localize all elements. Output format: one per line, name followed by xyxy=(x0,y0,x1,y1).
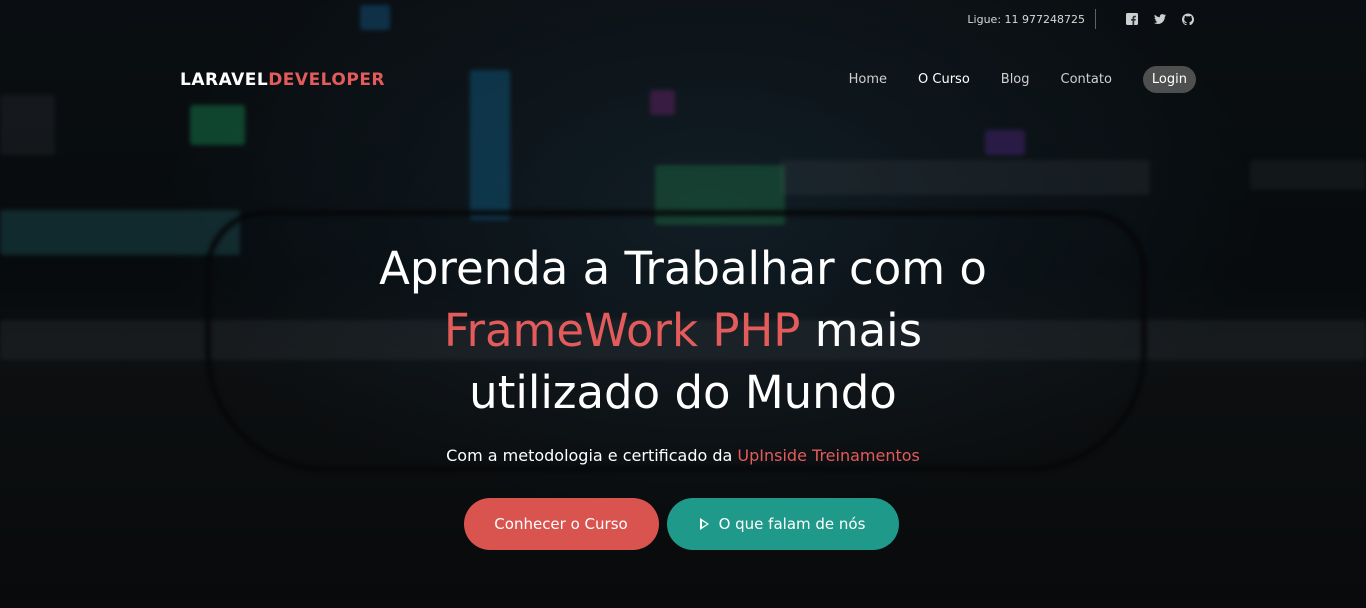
site-logo[interactable]: LARAVELDEVELOPER xyxy=(180,70,385,90)
logo-text-accent: DEVELOPER xyxy=(268,70,386,90)
nav-item-home[interactable]: Home xyxy=(840,66,896,93)
headline-line-1: Aprenda a Trabalhar com o xyxy=(379,242,987,295)
facebook-icon[interactable] xyxy=(1126,13,1138,25)
subtitle-highlight: UpInside Treinamentos xyxy=(737,446,920,465)
conhecer-curso-button[interactable]: Conhecer o Curso xyxy=(463,498,659,550)
subtitle-text: Com a metodologia e certificado da xyxy=(446,446,738,465)
github-icon[interactable] xyxy=(1182,13,1194,25)
nav-item-o-curso[interactable]: O Curso xyxy=(909,66,979,93)
hero-headline: Aprenda a Trabalhar com o FrameWork PHP … xyxy=(0,238,1366,424)
login-button[interactable]: Login xyxy=(1142,66,1196,93)
twitter-icon[interactable] xyxy=(1154,13,1166,25)
nav-item-blog[interactable]: Blog xyxy=(992,66,1039,93)
phone-number: Ligue: 11 977248725 xyxy=(967,12,1085,26)
testimonials-button[interactable]: O que falam de nós xyxy=(666,498,899,550)
nav-item-contato[interactable]: Contato xyxy=(1052,66,1121,93)
top-bar: Ligue: 11 977248725 xyxy=(967,9,1194,29)
main-nav: Home O Curso Blog Contato Login xyxy=(827,66,1196,93)
headline-after-highlight: mais xyxy=(800,304,923,357)
testimonials-label: O que falam de nós xyxy=(718,515,866,533)
play-icon xyxy=(699,518,709,530)
divider xyxy=(1095,9,1096,29)
headline-highlight: FrameWork PHP xyxy=(443,304,801,357)
hero-subtitle: Com a metodologia e certificado da UpIns… xyxy=(0,446,1366,465)
conhecer-curso-label: Conhecer o Curso xyxy=(494,515,628,533)
hero-actions: Conhecer o Curso O que falam de nós xyxy=(0,498,1366,550)
logo-text-primary: LARAVEL xyxy=(180,70,269,90)
hero-section: Ligue: 11 977248725 LARAVELDEVELOPER Hom… xyxy=(0,0,1366,608)
headline-line-3: utilizado do Mundo xyxy=(469,366,897,419)
